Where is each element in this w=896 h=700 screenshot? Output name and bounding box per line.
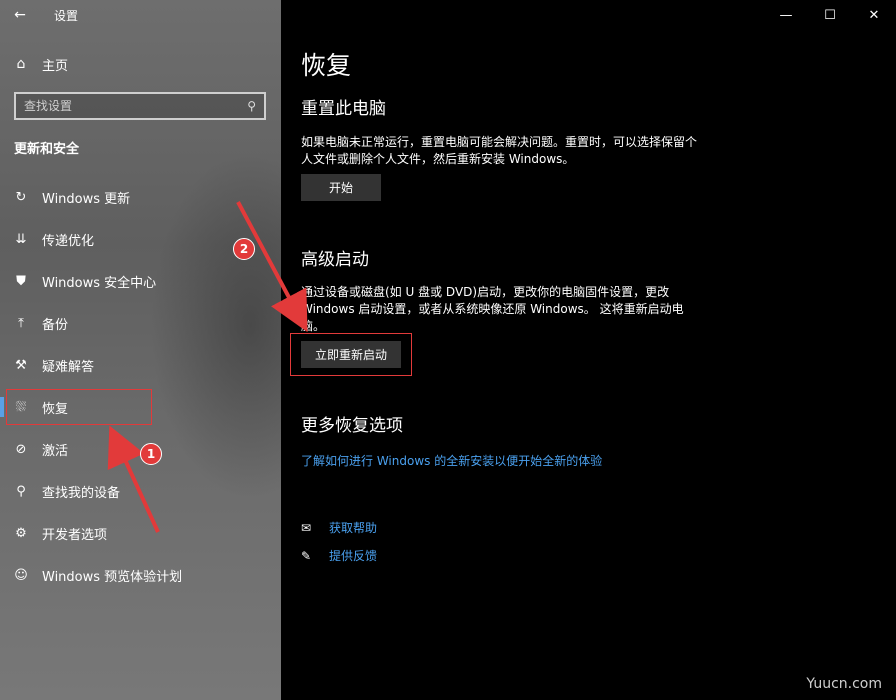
- sidebar-item-label: 疑难解答: [42, 359, 95, 375]
- close-button[interactable]: ✕: [852, 0, 896, 30]
- sidebar-item-security[interactable]: ⛊ Windows 安全中心: [0, 260, 281, 302]
- shield-icon: ⛊: [16, 273, 26, 289]
- sidebar-item-insider[interactable]: ☺ Windows 预览体验计划: [0, 554, 281, 596]
- sidebar-item-developer[interactable]: ⚙ 开发者选项: [0, 512, 281, 554]
- highlight-restart-button: [290, 333, 412, 376]
- feedback-link[interactable]: ✎ 提供反馈: [301, 547, 377, 564]
- find-device-icon: ⚲: [16, 483, 26, 499]
- backup-icon: ⤒: [18, 315, 24, 331]
- help-chat-icon: ✉: [301, 520, 312, 535]
- sidebar-item-windows-update[interactable]: ↻ Windows 更新: [0, 176, 281, 218]
- back-arrow-icon: ←: [14, 7, 26, 23]
- maximize-button[interactable]: ☐: [808, 0, 852, 30]
- page-title: 恢复: [301, 51, 352, 80]
- insider-icon: ☺: [14, 567, 28, 583]
- back-button[interactable]: ←: [0, 0, 40, 30]
- sidebar-item-label: 激活: [42, 443, 69, 459]
- sidebar-item-delivery-optimization[interactable]: ⇊ 传递优化: [0, 218, 281, 260]
- advanced-startup-description: 通过设备或磁盘(如 U 盘或 DVD)启动，更改你的电脑固件设置，更改 Wind…: [301, 285, 684, 333]
- sidebar: ← 设置 ⌂ 主页 ⚲ 更新和安全 ↻ Windows 更新 ⇊ 传递优化 ⛊ …: [0, 0, 281, 700]
- get-help-link[interactable]: ✉ 获取帮助: [301, 519, 377, 536]
- activation-icon: ⊘: [15, 441, 27, 457]
- clean-install-link[interactable]: 了解如何进行 Windows 的全新安装以便开始全新的体验: [301, 452, 602, 469]
- window-controls: — ☐ ✕: [764, 0, 896, 30]
- sidebar-item-label: Windows 更新: [42, 191, 131, 207]
- sidebar-item-label: 传递优化: [42, 233, 95, 249]
- feedback-label: 提供反馈: [329, 549, 378, 563]
- sidebar-item-label: Windows 预览体验计划: [42, 569, 183, 585]
- watermark: Yuucn.com: [806, 676, 882, 692]
- title-bar: ← 设置: [0, 0, 281, 30]
- recovery-icon: ⛆: [15, 399, 27, 415]
- nav-home-label: 主页: [42, 58, 69, 74]
- wrench-icon: ⚒: [15, 357, 27, 373]
- sidebar-item-label: 查找我的设备: [42, 485, 121, 501]
- sidebar-item-troubleshoot[interactable]: ⚒ 疑难解答: [0, 344, 281, 386]
- reset-description: 如果电脑未正常运行，重置电脑可能会解决问题。重置时，可以选择保留个人文件或删除个…: [301, 135, 698, 166]
- sidebar-item-label: 恢复: [42, 401, 69, 417]
- maximize-icon: ☐: [824, 7, 836, 23]
- advanced-startup-heading: 高级启动: [301, 250, 369, 270]
- feedback-icon: ✎: [301, 548, 312, 563]
- minimize-icon: —: [779, 7, 793, 23]
- close-icon: ✕: [868, 7, 880, 23]
- search-box[interactable]: ⚲: [14, 92, 266, 120]
- search-icon[interactable]: ⚲: [247, 99, 256, 113]
- reset-start-button[interactable]: 开始: [301, 174, 381, 201]
- more-options-heading: 更多恢复选项: [301, 416, 403, 436]
- home-icon: ⌂: [16, 56, 26, 72]
- sidebar-item-find-device[interactable]: ⚲ 查找我的设备: [0, 470, 281, 512]
- developer-icon: ⚙: [15, 525, 27, 541]
- search-input[interactable]: [24, 99, 224, 113]
- section-title: 更新和安全: [14, 142, 80, 157]
- sidebar-item-label: 开发者选项: [42, 527, 108, 543]
- reset-heading: 重置此电脑: [301, 99, 386, 119]
- nav-list: ↻ Windows 更新 ⇊ 传递优化 ⛊ Windows 安全中心 ⤒ 备份 …: [0, 176, 281, 596]
- sidebar-item-label: 备份: [42, 317, 69, 333]
- minimize-button[interactable]: —: [764, 0, 808, 30]
- sidebar-item-recovery[interactable]: ⛆ 恢复: [0, 386, 281, 428]
- sidebar-item-backup[interactable]: ⤒ 备份: [0, 302, 281, 344]
- sidebar-item-activation[interactable]: ⊘ 激活: [0, 428, 281, 470]
- nav-home[interactable]: ⌂ 主页: [12, 52, 68, 76]
- refresh-icon: ↻: [15, 189, 27, 205]
- delivery-icon: ⇊: [15, 231, 27, 247]
- get-help-label: 获取帮助: [329, 521, 378, 535]
- app-title: 设置: [54, 8, 79, 23]
- sidebar-item-label: Windows 安全中心: [42, 275, 157, 291]
